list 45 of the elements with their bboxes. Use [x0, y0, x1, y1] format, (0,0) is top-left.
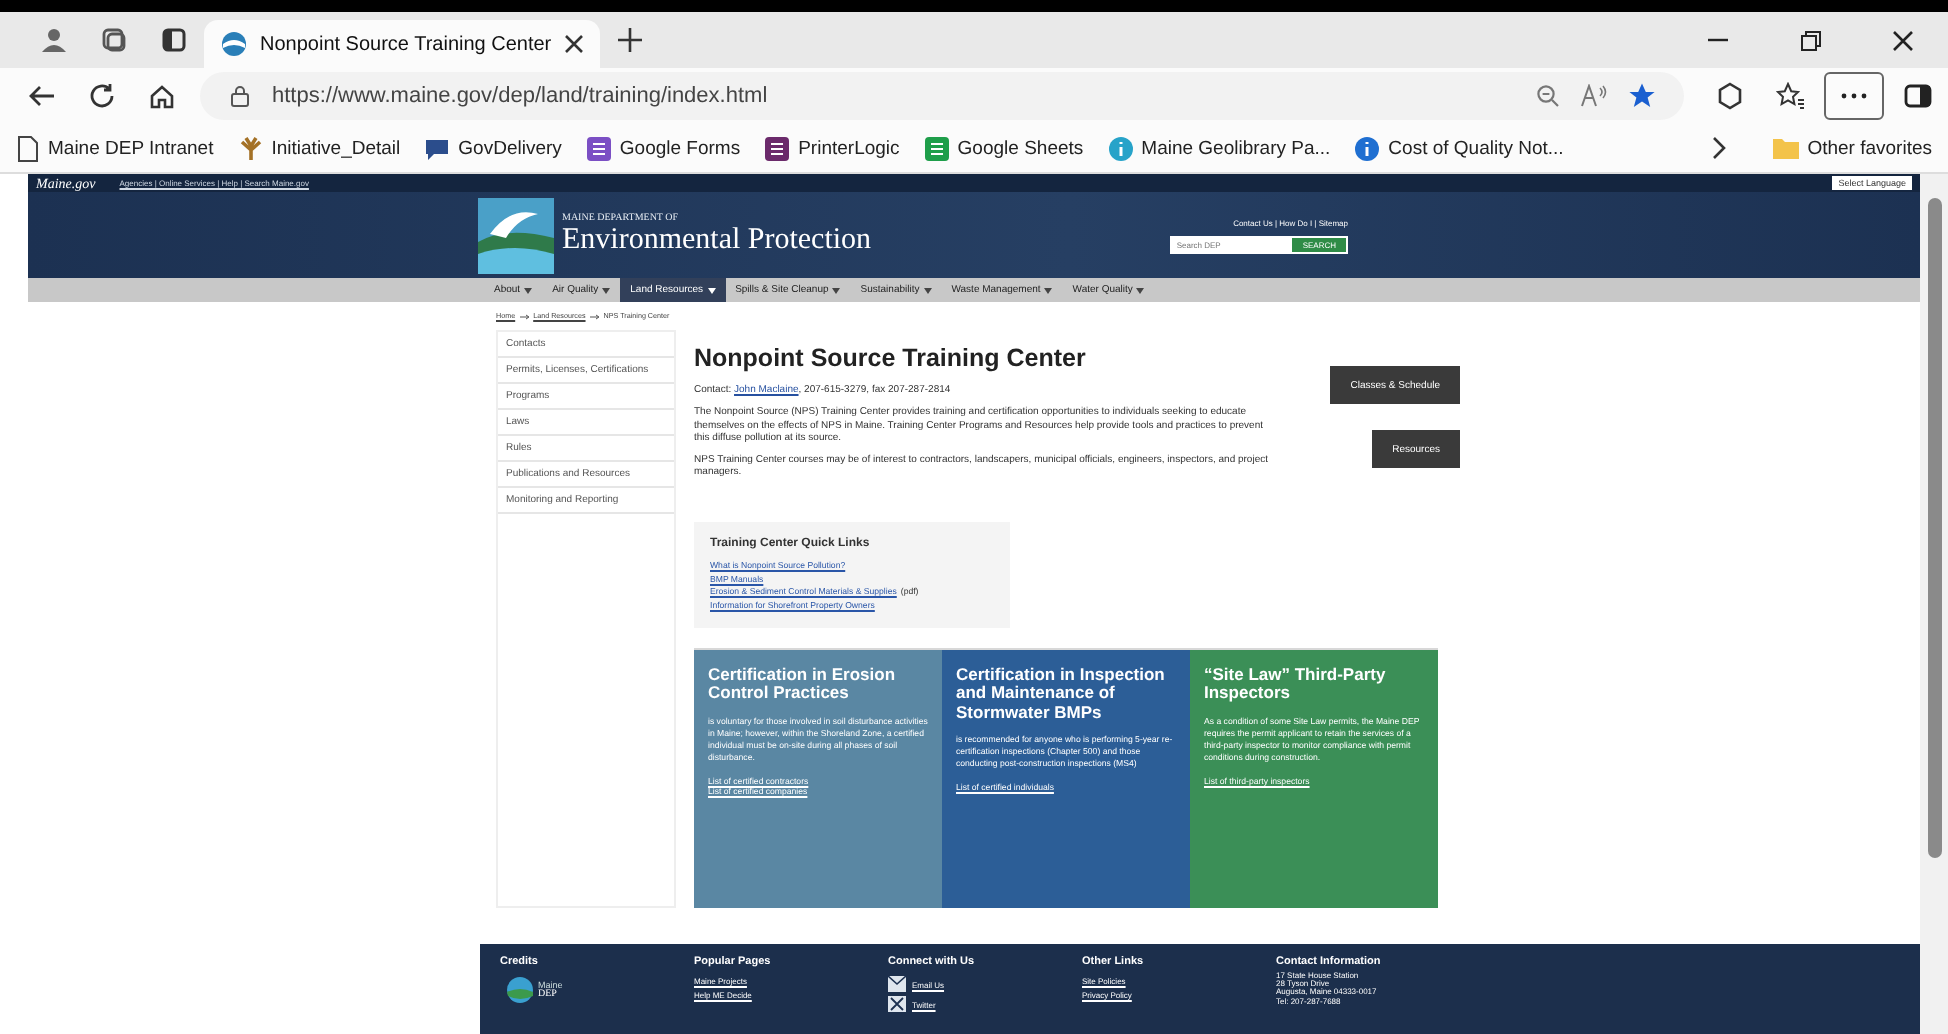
- plant-icon: [237, 135, 264, 161]
- scrollbar[interactable]: [1920, 174, 1948, 1034]
- sheet-icon: [923, 135, 950, 161]
- site-title[interactable]: Environmental Protection: [562, 223, 872, 257]
- bookmark[interactable]: Google Forms: [585, 135, 741, 161]
- bookmark[interactable]: Maine DEP Intranet: [16, 135, 214, 161]
- dep-logo-icon[interactable]: [478, 197, 554, 273]
- caret-icon: [524, 287, 533, 293]
- card-title: “Site Law” Third-Party Inspectors: [1204, 665, 1388, 704]
- dep-logo-icon[interactable]: [506, 976, 534, 1004]
- page-title: Nonpoint Source Training Center: [694, 344, 1088, 372]
- caret-icon: [923, 287, 932, 293]
- zoom-icon[interactable]: [1536, 84, 1560, 108]
- folder-icon: [1771, 136, 1800, 160]
- bookmark[interactable]: Maine Geolibrary Pa...: [1107, 135, 1331, 161]
- read-aloud-icon[interactable]: [1580, 84, 1608, 108]
- bookmark[interactable]: Cost of Quality Not...: [1354, 135, 1564, 161]
- breadcrumb-arrow-icon: [519, 313, 530, 319]
- tab-title: Nonpoint Source Training Center: [260, 33, 552, 55]
- bookmark[interactable]: Initiative_Detail: [237, 135, 401, 161]
- x-logo-icon[interactable]: [888, 996, 906, 1012]
- more-icon[interactable]: [1824, 72, 1884, 120]
- caret-icon: [1044, 287, 1053, 293]
- email-icon[interactable]: [888, 976, 906, 992]
- page-icon: [16, 135, 40, 161]
- card-title: Certification in Inspection and Maintenance of Stormwater BMPs: [956, 665, 1167, 723]
- lock-icon: [228, 84, 252, 108]
- close-tab-icon[interactable]: [563, 34, 584, 54]
- chat-icon: [424, 135, 451, 161]
- card-title: Certification in Erosion Control Practices: [708, 665, 898, 704]
- star-icon[interactable]: [1628, 82, 1656, 110]
- browser-tab[interactable]: Nonpoint Source Training Center: [204, 20, 600, 68]
- address-field[interactable]: https://www.maine.gov/dep/land/training/index.html: [200, 72, 1684, 120]
- info-icon: [1354, 135, 1381, 161]
- bookmark[interactable]: GovDelivery: [424, 135, 562, 161]
- caret-icon: [602, 287, 611, 293]
- breadcrumb-arrow-icon: [589, 313, 600, 319]
- bookmark[interactable]: PrinterLogic: [764, 135, 900, 161]
- caret-icon: [1136, 287, 1145, 293]
- caret-icon: [707, 287, 716, 293]
- bookmark[interactable]: Google Sheets: [923, 135, 1084, 161]
- other-favorites-folder[interactable]: Other favorites: [1771, 136, 1948, 160]
- site-icon: [220, 30, 248, 58]
- caret-icon: [832, 287, 841, 293]
- form-icon: [585, 135, 612, 161]
